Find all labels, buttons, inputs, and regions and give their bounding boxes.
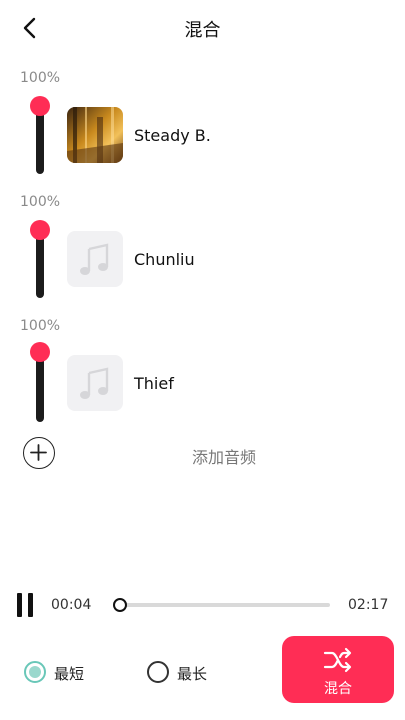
- page-title: 混合: [184, 20, 221, 41]
- track-volume-label: 100%: [20, 318, 61, 334]
- plus-circle-icon: [30, 444, 47, 461]
- total-time: 02:17: [348, 597, 389, 613]
- mix-button-label: 混合: [324, 681, 352, 697]
- mix-button[interactable]: 混合: [282, 636, 394, 703]
- radio-shortest-label[interactable]: 最短: [54, 663, 84, 684]
- track-volume-label: 100%: [20, 70, 61, 86]
- track-name: Steady B.: [134, 126, 211, 145]
- volume-slider-knob[interactable]: [30, 342, 50, 362]
- shuffle-icon: [323, 647, 352, 673]
- radio-shortest[interactable]: [24, 661, 46, 683]
- pause-button[interactable]: [14, 592, 38, 618]
- music-note-icon: [80, 367, 109, 399]
- track-cover-placeholder: [67, 355, 123, 411]
- current-time: 00:04: [51, 597, 92, 613]
- track-cover-placeholder: [67, 231, 123, 287]
- add-audio-button[interactable]: [23, 437, 55, 469]
- volume-slider-track[interactable]: [36, 352, 44, 422]
- radio-longest-label[interactable]: 最长: [177, 663, 207, 684]
- volume-slider-knob[interactable]: [30, 220, 50, 240]
- album-art: [67, 107, 123, 163]
- progress-bar[interactable]: [114, 603, 330, 607]
- music-note-icon: [80, 243, 109, 275]
- radio-longest[interactable]: [147, 661, 169, 683]
- pause-icon: [17, 593, 33, 617]
- track-name: Chunliu: [134, 250, 195, 269]
- progress-knob[interactable]: [113, 598, 128, 612]
- volume-slider-knob[interactable]: [30, 96, 50, 116]
- track-volume-label: 100%: [20, 194, 61, 210]
- add-audio-label[interactable]: 添加音频: [192, 444, 256, 468]
- track-name: Thief: [134, 374, 174, 393]
